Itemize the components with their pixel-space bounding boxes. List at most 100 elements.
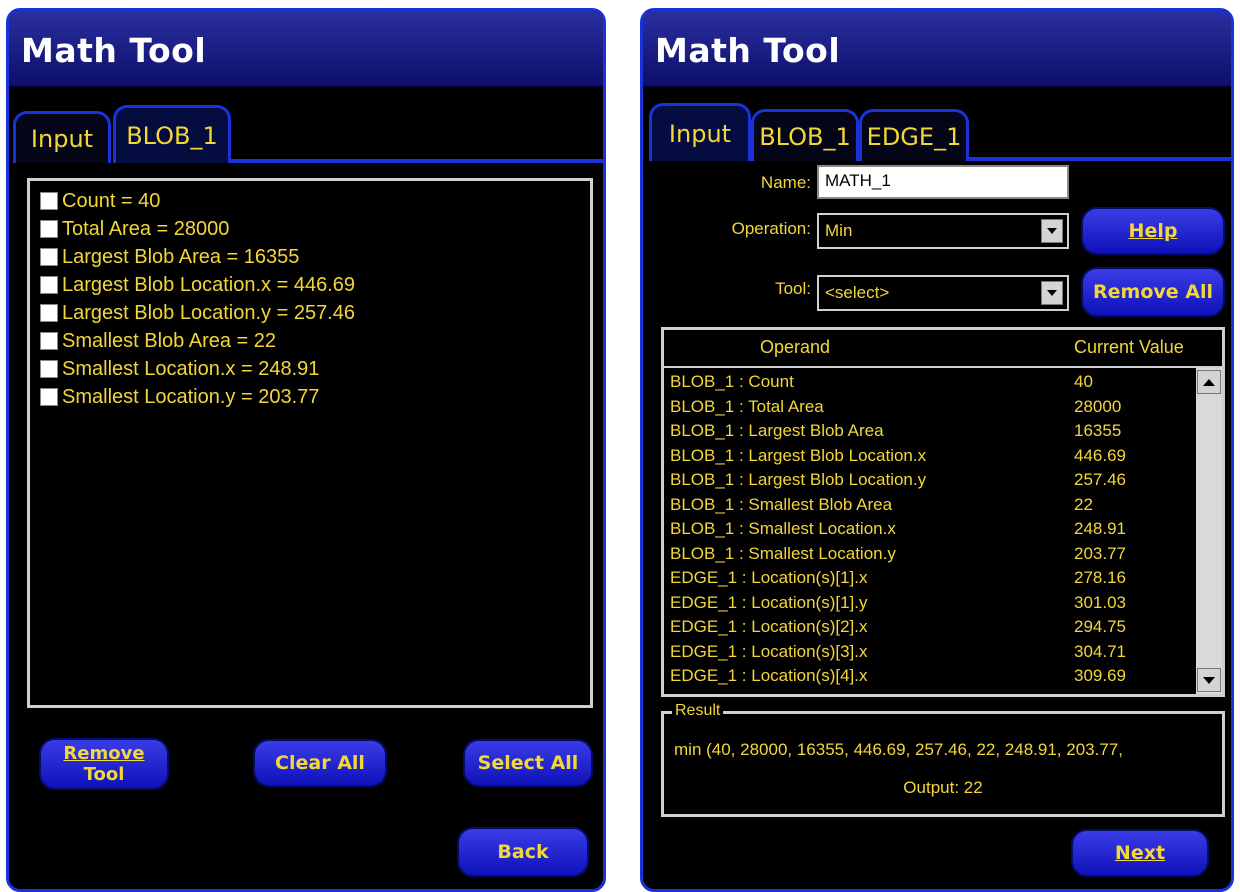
checkbox-item[interactable]: Smallest Blob Area = 22 xyxy=(40,327,580,355)
tool-select[interactable]: <select> xyxy=(817,275,1069,311)
operand-cell: BLOB_1 : Smallest Location.y xyxy=(670,543,896,563)
tab-edge-1[interactable]: EDGE_1 xyxy=(859,109,969,161)
grid-row[interactable]: EDGE_1 : Location(s)[1].y 301.03 xyxy=(664,593,1194,618)
checkbox-label: Smallest Blob Area = 22 xyxy=(62,329,277,352)
next-label: Next xyxy=(1114,841,1166,864)
tab-strip: Input BLOB_1 EDGE_1 xyxy=(643,101,1231,161)
value-cell: 28000 xyxy=(1074,396,1122,416)
grid-body: BLOB_1 : Count 40 BLOB_1 : Total Area 28000… xyxy=(664,368,1194,694)
checkbox[interactable] xyxy=(40,276,58,294)
checkbox-item[interactable]: Count = 40 xyxy=(40,187,580,215)
title-bar: Math Tool xyxy=(9,11,603,87)
grid-row[interactable]: BLOB_1 : Largest Blob Location.y 257.46 xyxy=(664,470,1194,495)
current-value-column-header[interactable]: Current Value xyxy=(1074,337,1184,358)
checkbox[interactable] xyxy=(40,360,58,378)
scroll-down-icon[interactable] xyxy=(1197,668,1221,692)
scroll-up-icon[interactable] xyxy=(1197,370,1221,394)
clear-all-label: Clear All xyxy=(275,751,365,774)
remove-all-label: Remove All xyxy=(1093,280,1213,303)
grid-row[interactable]: EDGE_1 : Location(s)[1].x 278.16 xyxy=(664,568,1194,593)
grid-row[interactable]: BLOB_1 : Smallest Location.x 248.91 xyxy=(664,519,1194,544)
value-cell: 22 xyxy=(1074,494,1093,514)
checkbox[interactable] xyxy=(40,332,58,350)
blob-results-checklist: Count = 40 Total Area = 28000 Largest Blob… xyxy=(27,178,593,708)
checkbox-label: Smallest Location.y = 203.77 xyxy=(62,385,320,408)
value-cell: 304.71 xyxy=(1074,641,1126,661)
operand-cell: BLOB_1 : Total Area xyxy=(670,396,824,416)
operand-cell: BLOB_1 : Count xyxy=(670,372,794,391)
checkbox-item[interactable]: Smallest Location.y = 203.77 xyxy=(40,383,580,411)
checkbox-item[interactable]: Total Area = 28000 xyxy=(40,215,580,243)
remove-all-button[interactable]: Remove All xyxy=(1081,267,1225,317)
value-cell: 203.77 xyxy=(1074,543,1126,563)
grid-row[interactable]: BLOB_1 : Smallest Location.y 203.77 xyxy=(664,544,1194,569)
value-cell: 278.16 xyxy=(1074,568,1126,587)
math-tool-blob-panel: Math Tool Input BLOB_1 Count = 40 Total A… xyxy=(6,8,606,892)
result-label: Result xyxy=(672,702,724,720)
vertical-scrollbar[interactable] xyxy=(1196,368,1222,694)
tab-input[interactable]: Input xyxy=(649,103,751,161)
grid-row[interactable]: BLOB_1 : Largest Blob Area 16355 xyxy=(664,421,1194,446)
value-cell: 257.46 xyxy=(1074,470,1126,489)
value-cell: 40 xyxy=(1074,372,1093,391)
grid-row[interactable]: BLOB_1 : Largest Blob Location.x 446.69 xyxy=(664,446,1194,471)
tab-underline xyxy=(969,157,1231,161)
tab-blob-1-label: BLOB_1 xyxy=(759,122,851,151)
checkbox[interactable] xyxy=(40,248,58,266)
tab-blob-1[interactable]: BLOB_1 xyxy=(751,109,859,161)
help-label: Help xyxy=(1128,219,1178,242)
operation-select[interactable]: Min xyxy=(817,213,1069,249)
checkbox-item[interactable]: Largest Blob Location.y = 257.46 xyxy=(40,299,580,327)
tool-label: Tool: xyxy=(775,279,811,298)
name-input[interactable]: MATH_1 xyxy=(817,165,1069,199)
grid-row[interactable]: EDGE_1 : Location(s)[3].x 304.71 xyxy=(664,642,1194,667)
chevron-down-icon[interactable] xyxy=(1041,281,1063,305)
select-all-label: Select All xyxy=(477,751,579,774)
operand-cell: EDGE_1 : Location(s)[1].x xyxy=(670,568,868,587)
operand-cell: BLOB_1 : Largest Blob Area xyxy=(670,421,884,440)
operation-label: Operation: xyxy=(731,219,811,238)
math-tool-input-panel: Math Tool Input BLOB_1 EDGE_1 Name: MATH… xyxy=(640,8,1234,892)
operand-grid: Operand Current Value BLOB_1 : Count 40 BL… xyxy=(661,327,1225,697)
checkbox-label: Largest Blob Area = 16355 xyxy=(62,245,300,268)
checkbox[interactable] xyxy=(40,304,58,322)
checkbox-item[interactable]: Smallest Location.x = 248.91 xyxy=(40,355,580,383)
checkbox[interactable] xyxy=(40,388,58,406)
clear-all-button[interactable]: Clear All xyxy=(253,739,387,787)
grid-row[interactable]: BLOB_1 : Total Area 28000 xyxy=(664,397,1194,422)
operand-cell: BLOB_1 : Largest Blob Location.x xyxy=(670,445,927,465)
select-all-button[interactable]: Select All xyxy=(463,739,593,787)
tab-strip: Input BLOB_1 xyxy=(9,103,603,163)
tab-input-label: Input xyxy=(668,119,732,148)
remove-tool-button[interactable]: Remove Tool xyxy=(39,738,169,790)
back-button[interactable]: Back xyxy=(457,827,589,877)
checkbox[interactable] xyxy=(40,220,58,238)
operand-cell: BLOB_1 : Largest Blob Location.y xyxy=(670,470,927,489)
value-cell: 309.69 xyxy=(1074,666,1126,685)
remove-tool-label-1: Remove xyxy=(63,743,145,764)
grid-row[interactable]: EDGE_1 : Location(s)[4].x 309.69 xyxy=(664,666,1194,691)
grid-row[interactable]: BLOB_1 : Smallest Blob Area 22 xyxy=(664,495,1194,520)
value-cell: 248.91 xyxy=(1074,519,1126,538)
help-button[interactable]: Help xyxy=(1081,207,1225,255)
tab-underline xyxy=(231,159,603,163)
checkbox-label: Largest Blob Location.x = 446.69 xyxy=(62,273,355,296)
checkbox-item[interactable]: Largest Blob Location.x = 446.69 xyxy=(40,271,580,299)
window-title: Math Tool xyxy=(655,31,841,70)
operand-cell: BLOB_1 : Smallest Location.x xyxy=(670,519,896,538)
operand-column-header[interactable]: Operand xyxy=(760,337,830,358)
next-button[interactable]: Next xyxy=(1071,829,1209,877)
back-label: Back xyxy=(497,840,549,863)
checkbox-label: Largest Blob Location.y = 257.46 xyxy=(62,301,355,324)
checkbox[interactable] xyxy=(40,192,58,210)
tab-input[interactable]: Input xyxy=(13,111,111,163)
grid-row[interactable]: EDGE_1 : Location(s)[2].x 294.75 xyxy=(664,617,1194,642)
value-cell: 16355 xyxy=(1074,421,1122,440)
checkbox-label: Total Area = 28000 xyxy=(62,217,230,240)
chevron-down-icon[interactable] xyxy=(1041,219,1063,243)
checkbox-item[interactable]: Largest Blob Area = 16355 xyxy=(40,243,580,271)
operand-cell: EDGE_1 : Location(s)[2].x xyxy=(670,617,868,636)
window-title: Math Tool xyxy=(21,31,207,70)
tab-blob-1[interactable]: BLOB_1 xyxy=(113,105,231,163)
grid-row[interactable]: BLOB_1 : Count 40 xyxy=(664,372,1194,397)
